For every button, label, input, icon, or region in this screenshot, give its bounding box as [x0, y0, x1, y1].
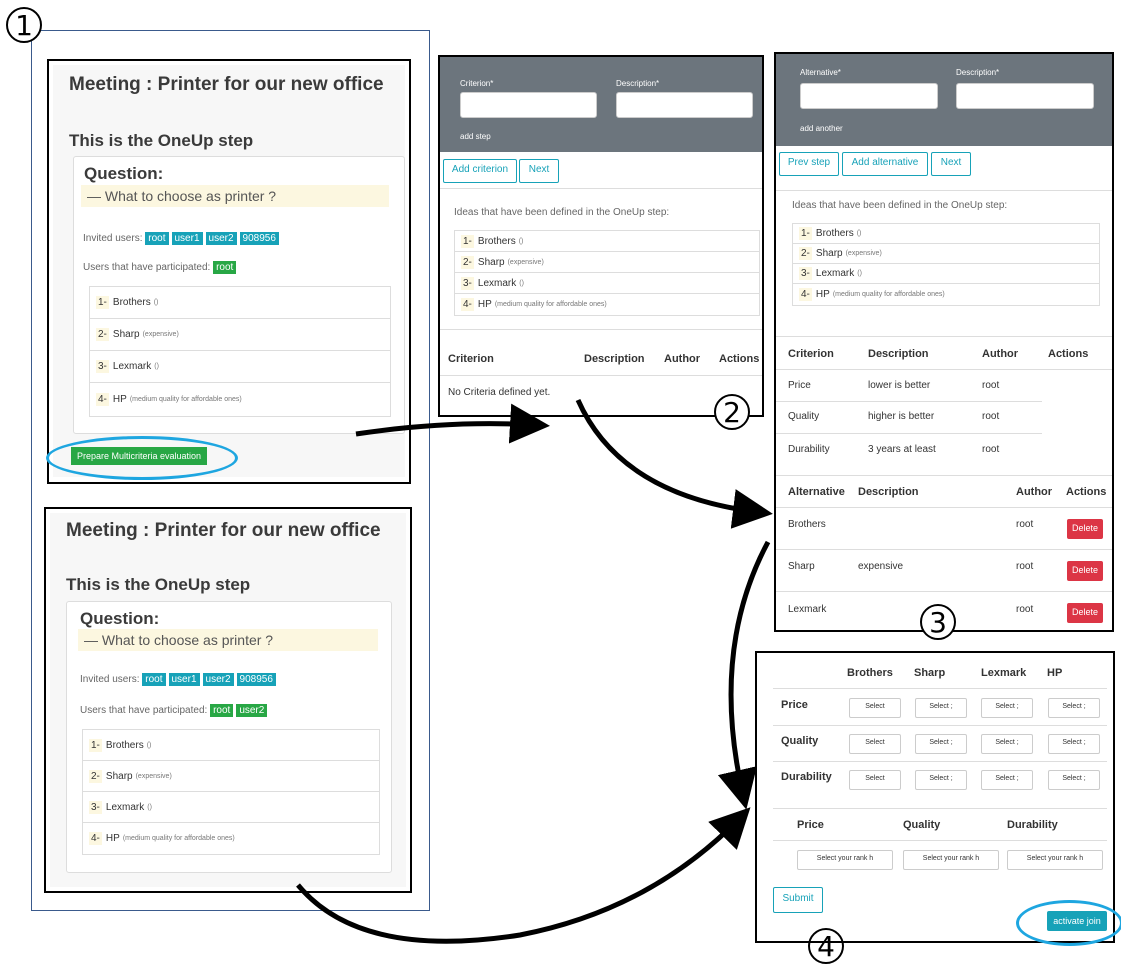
- arrow-2-to-3: [575, 398, 773, 529]
- arrow-3-to-4: [717, 540, 771, 810]
- arrow-1b-to-4: [296, 807, 751, 944]
- flow-arrows: [296, 398, 773, 944]
- arrow-1-to-2: [355, 403, 550, 444]
